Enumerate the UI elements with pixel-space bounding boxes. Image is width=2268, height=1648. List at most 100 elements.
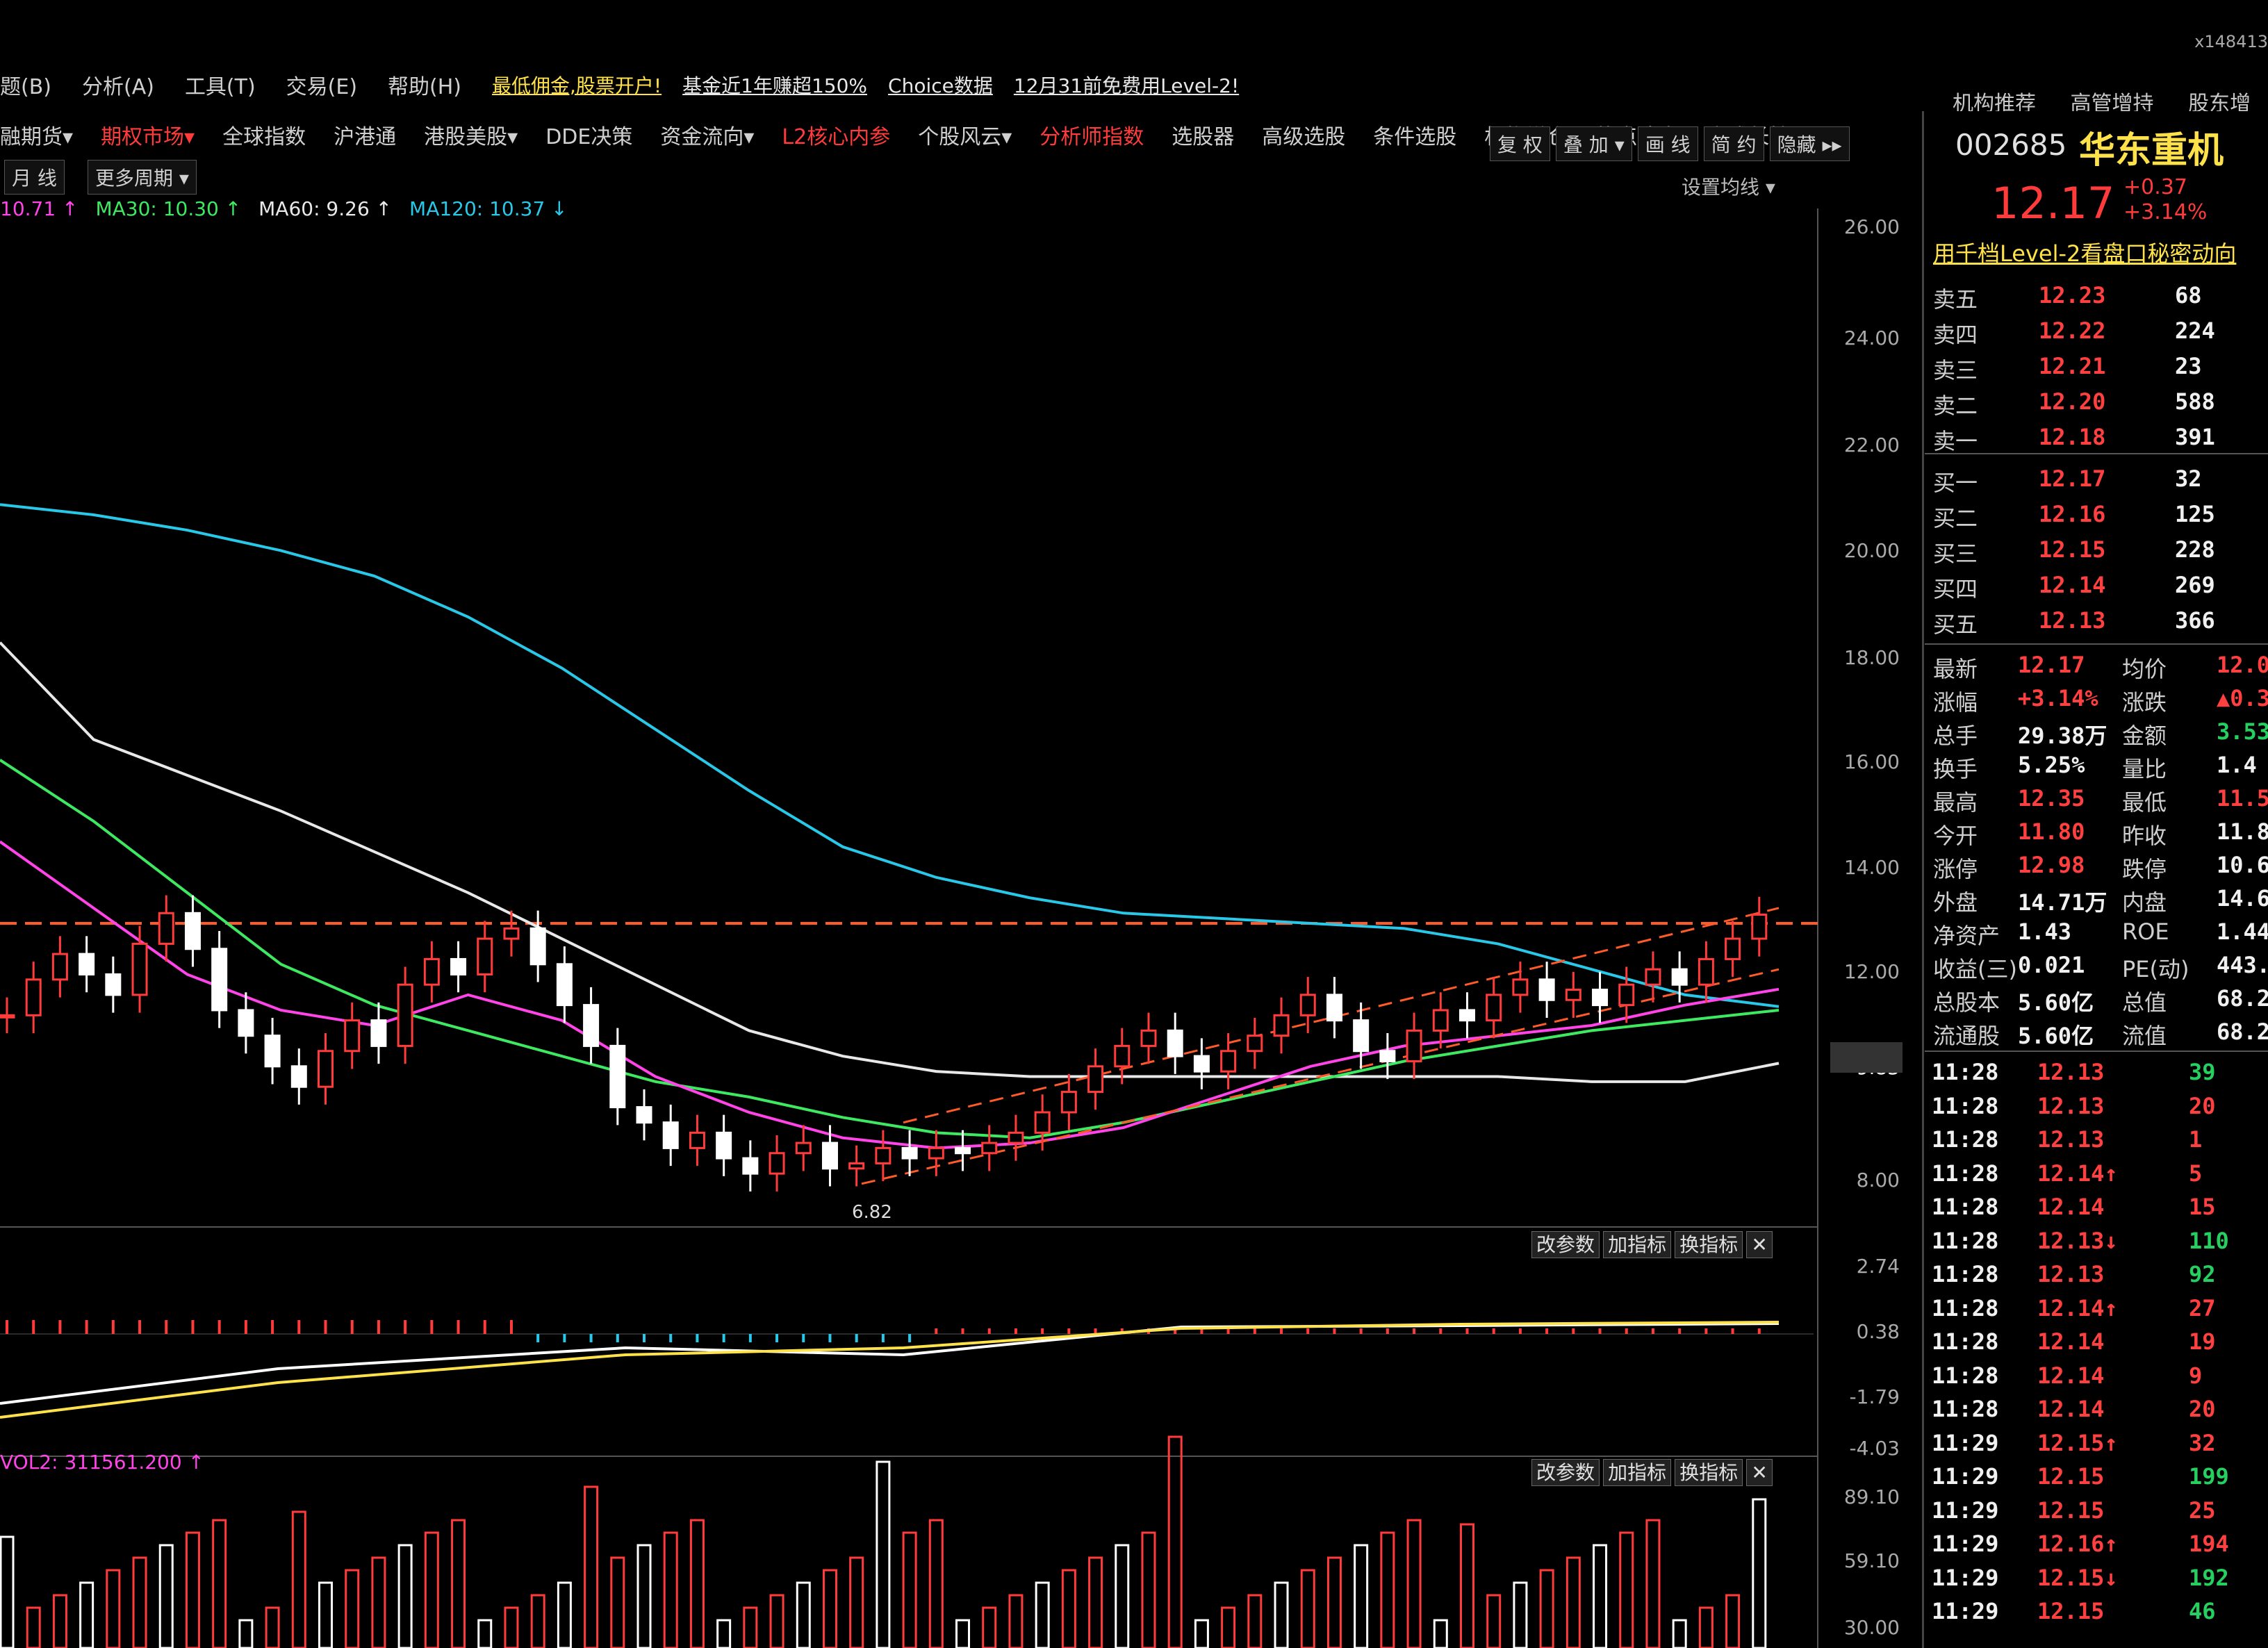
level2-banner[interactable]: 用千档Level-2看盘口秘密动向 [1933, 236, 2236, 268]
tick-volume: 39 [2189, 1059, 2216, 1085]
stat-value: 443.0 [2217, 952, 2268, 978]
nav-item-10[interactable]: 选股器 [1172, 120, 1234, 150]
tick-time: 11:28 [1932, 1396, 1999, 1422]
candle-body [1326, 994, 1342, 1022]
candle-body [318, 1050, 334, 1088]
candle-body [450, 957, 467, 975]
panel-divider [1922, 111, 1924, 1648]
volume-bar [477, 1619, 493, 1648]
close-icon[interactable]: ✕ [1746, 1459, 1773, 1486]
stat-value: 1.44 [2217, 918, 2268, 945]
tick-time: 11:28 [1932, 1126, 1999, 1153]
volume-bar [0, 1535, 15, 1648]
edit-params-button[interactable]: 改参数 [1531, 1231, 1600, 1258]
stat-value: 3.53 [2217, 718, 2268, 745]
promo-link-level2[interactable]: 12月31前免费用Level-2! [1014, 71, 1239, 99]
nav-item-11[interactable]: 高级选股 [1262, 120, 1345, 150]
menu-item-tools[interactable]: 工具(T) [185, 69, 256, 100]
hide-button[interactable]: 隐藏 ▸▸ [1769, 126, 1850, 161]
period-month-button[interactable]: 月 线 [4, 160, 65, 195]
promo-link-fund[interactable]: 基金近1年赚超150% [682, 71, 867, 99]
stat-label: 流值 [2122, 1023, 2167, 1049]
kline-chart[interactable] [0, 208, 1821, 1648]
volume-bar [1167, 1435, 1183, 1648]
ask-volume: 224 [2175, 318, 2215, 344]
volume-bar [1115, 1544, 1130, 1648]
tick-volume: 20 [2189, 1092, 2216, 1119]
volume-bar [212, 1519, 227, 1648]
stat-label: 最高 [1933, 789, 1978, 816]
restore-rights-button[interactable]: 复 权 [1490, 126, 1550, 161]
volume-bar [1221, 1606, 1236, 1648]
nav-item-7[interactable]: L2核心内参 [782, 120, 890, 150]
volume-bar [132, 1556, 147, 1648]
volume-bar [79, 1581, 94, 1648]
volume-bar [716, 1619, 732, 1648]
volume-bar [1035, 1581, 1050, 1648]
add-indicator-button[interactable]: 加指标 [1603, 1459, 1672, 1486]
menu-item-help[interactable]: 帮助(H) [388, 69, 461, 100]
price-axis-current [1830, 1042, 1903, 1073]
price-axis-label: 18.00 [1843, 646, 1900, 669]
overlay-button[interactable]: 叠 加 ▾ [1555, 126, 1632, 161]
nav-item-3[interactable]: 沪港通 [334, 120, 396, 150]
candle-body [131, 942, 148, 996]
bid-volume: 366 [2175, 607, 2215, 634]
bid-price: 12.14 [2039, 572, 2106, 598]
nav-item-1[interactable]: 期权市场▾ [101, 120, 195, 150]
stock-name: 华东重机 [2079, 130, 2224, 172]
edit-params-button[interactable]: 改参数 [1531, 1459, 1600, 1486]
nav-item-6[interactable]: 资金流向▾ [660, 120, 754, 150]
candle-body [0, 1014, 15, 1019]
volume-bar [584, 1485, 599, 1648]
price-axis-label: 14.00 [1843, 856, 1900, 879]
more-periods-button[interactable]: 更多周期 ▾ [88, 160, 197, 195]
close-icon[interactable]: ✕ [1746, 1231, 1773, 1258]
nav-item-9[interactable]: 分析师指数 [1040, 120, 1144, 150]
draw-line-button[interactable]: 画 线 [1637, 126, 1698, 161]
volume-bar [451, 1519, 466, 1648]
switch-indicator-button[interactable]: 换指标 [1675, 1459, 1743, 1486]
volume-bar [1274, 1581, 1289, 1648]
promo-link-choice[interactable]: Choice数据 [888, 71, 993, 99]
nav-item-4[interactable]: 港股美股▾ [424, 120, 518, 150]
stock-code: 002685 [1955, 128, 2067, 162]
promo-link-account[interactable]: 最低佣金,股票开户! [492, 71, 662, 99]
bid-price: 12.13 [2039, 607, 2106, 634]
switch-indicator-button[interactable]: 换指标 [1675, 1231, 1743, 1258]
ma-settings-button[interactable]: 设置均线 ▾ [1682, 172, 1775, 200]
simple-mode-button[interactable]: 简 约 [1703, 126, 1764, 161]
macd-dif-line [0, 1322, 1780, 1405]
candle-body [1458, 1009, 1475, 1022]
add-indicator-button[interactable]: 加指标 [1603, 1231, 1672, 1258]
nav-item-0[interactable]: 融期货▾ [0, 120, 73, 150]
candle-body [1167, 1029, 1183, 1057]
ma20-line [0, 840, 1780, 1150]
ticks-divider [1925, 1050, 2268, 1052]
candle-body [928, 1146, 944, 1160]
volume-bar [928, 1519, 944, 1648]
chart-toolbar: 复 权 叠 加 ▾ 画 线 简 约 隐藏 ▸▸ [1490, 126, 1850, 161]
ask-label: 卖二 [1933, 393, 1978, 419]
tick-time: 11:29 [1932, 1429, 1999, 1456]
volume-bar [371, 1556, 386, 1648]
tick-volume: 194 [2189, 1531, 2229, 1557]
nav-item-5[interactable]: DDE决策 [545, 120, 632, 150]
nav-item-8[interactable]: 个股风云▾ [918, 120, 1012, 150]
macd-axis-label: 2.74 [1856, 1255, 1900, 1278]
stat-value: 11.5 [2217, 785, 2268, 811]
menu-item-analysis[interactable]: 分析(A) [82, 69, 154, 100]
menu-item-trade[interactable]: 交易(E) [286, 69, 357, 100]
ask-label: 卖一 [1933, 428, 1978, 454]
stat-label: 换手 [1933, 756, 1978, 782]
nav-item-12[interactable]: 条件选股 [1373, 120, 1456, 150]
ask-volume: 68 [2175, 282, 2202, 308]
low-price-label: 6.82 [852, 1202, 892, 1223]
tick-time: 11:29 [1932, 1598, 1999, 1624]
nav-item-2[interactable]: 全球指数 [222, 120, 306, 150]
stat-value: 10.6 [2217, 852, 2268, 878]
stat-label: 总值 [2122, 989, 2167, 1016]
candle-body [556, 963, 573, 1007]
menu-item-view[interactable]: 题(B) [0, 69, 51, 100]
bid-volume: 228 [2175, 536, 2215, 563]
